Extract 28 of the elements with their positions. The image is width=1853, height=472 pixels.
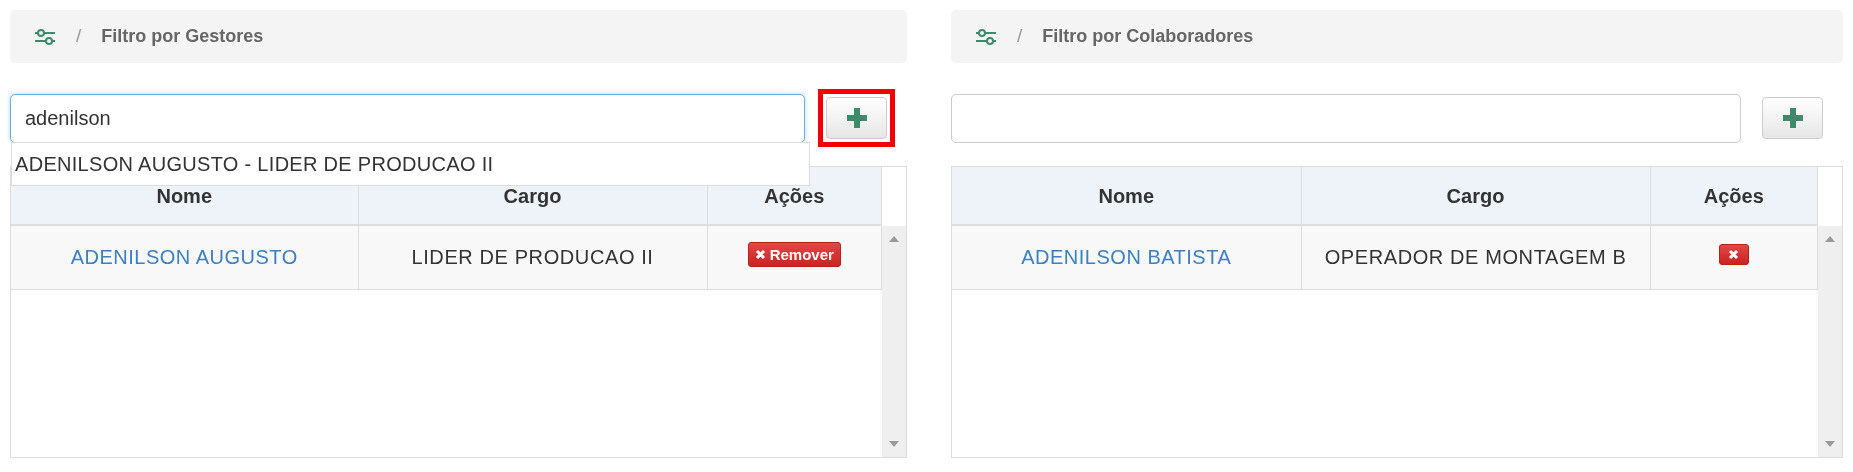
breadcrumb-separator: /: [76, 24, 82, 49]
scrollbar[interactable]: [1818, 226, 1842, 457]
search-field[interactable]: adenilson: [10, 93, 805, 143]
column-header: Cargo: [1301, 167, 1650, 225]
close-icon: [1728, 249, 1740, 260]
scroll-down-icon[interactable]: [889, 441, 899, 447]
filter-sliders-icon: [34, 27, 56, 46]
add-button[interactable]: [1762, 97, 1823, 139]
scroll-up-icon[interactable]: [889, 236, 899, 242]
column-header: Ações: [1650, 167, 1818, 225]
add-button[interactable]: [826, 97, 887, 139]
search-field[interactable]: [951, 93, 1741, 143]
breadcrumb-title: Filtro por Colaboradores: [1042, 25, 1254, 48]
scrollbar[interactable]: [882, 226, 906, 457]
table-cell: OPERADOR DE MONTAGEM B: [1301, 225, 1650, 290]
scroll-up-icon[interactable]: [1825, 236, 1835, 242]
breadcrumb-separator: /: [1017, 24, 1023, 49]
filter-sliders-icon: [975, 27, 997, 46]
suggestion-item[interactable]: ADENILSON AUGUSTO - LIDER DE PRODUCAO II: [12, 143, 809, 185]
close-icon: [754, 249, 766, 260]
table-cell: LIDER DE PRODUCAO II: [358, 225, 707, 290]
scroll-down-icon[interactable]: [1825, 441, 1835, 447]
breadcrumb-title: Filtro por Gestores: [101, 25, 264, 48]
plus-icon: [846, 108, 867, 128]
remove-button[interactable]: Remover: [747, 241, 841, 268]
column-header: Nome: [952, 167, 1301, 225]
plus-icon: [1782, 108, 1803, 128]
remove-button[interactable]: [1718, 244, 1749, 265]
